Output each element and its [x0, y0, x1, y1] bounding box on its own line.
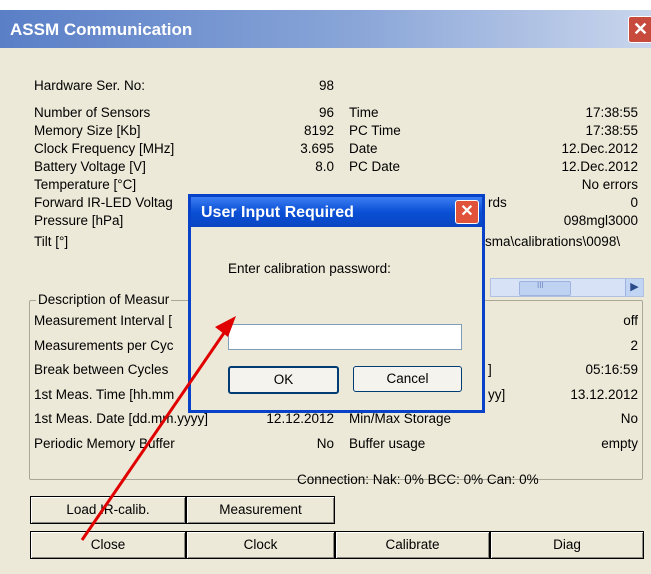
- annotation-arrow-head: [215, 316, 236, 337]
- annotation-arrow-line: [80, 329, 228, 541]
- annotation-arrow-icon: [80, 316, 236, 541]
